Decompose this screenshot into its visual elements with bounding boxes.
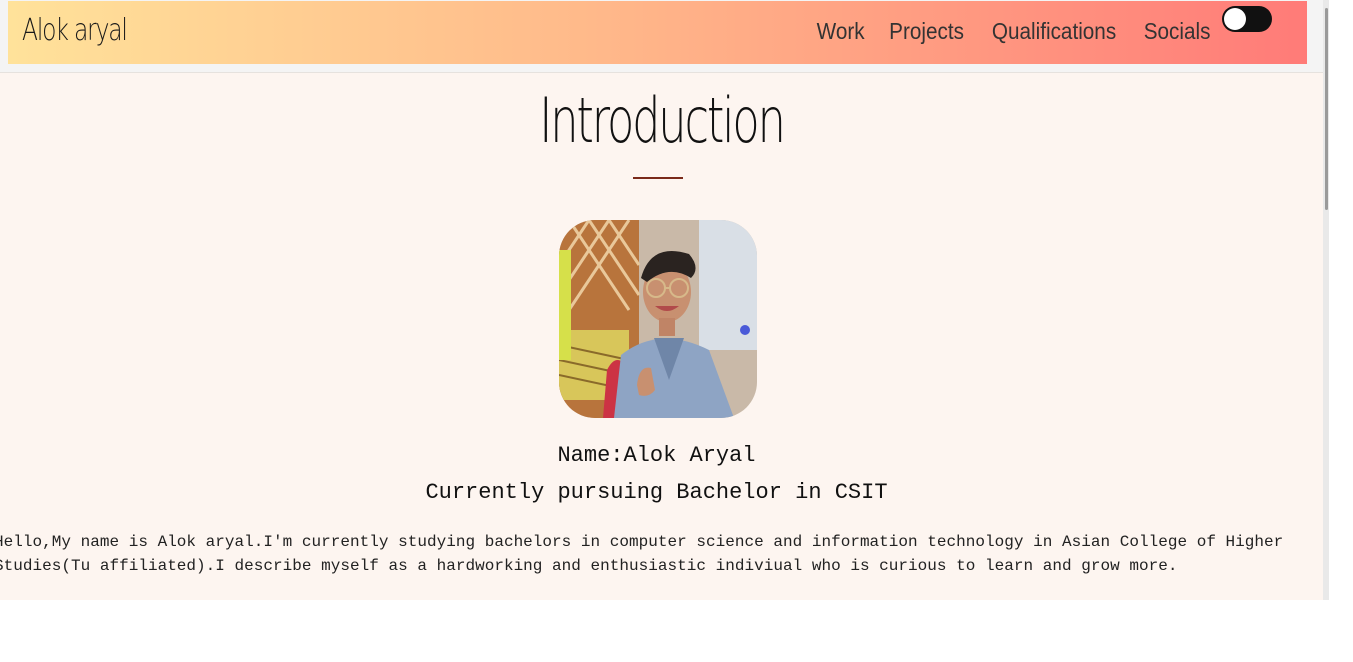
bio-line: Studies(Tu affiliated).I describe myself… (0, 557, 1178, 575)
bio-paragraph: Hello,My name is Alok aryal.I'm currentl… (0, 530, 1323, 578)
nav-link-socials[interactable]: Socials (1144, 18, 1211, 45)
profile-photo (559, 220, 757, 418)
profile-photo-image (559, 220, 757, 418)
vertical-scrollbar[interactable] (1323, 0, 1329, 600)
navbar: Alok aryal Work Projects Qualifications … (8, 1, 1307, 64)
header: Alok aryal Work Projects Qualifications … (0, 0, 1323, 73)
toggle-knob (1224, 8, 1246, 30)
scrollbar-thumb[interactable] (1325, 8, 1328, 210)
nav-link-work[interactable]: Work (817, 18, 865, 45)
brand-logo-link[interactable]: Alok aryal (22, 13, 128, 48)
nav-link-qualifications[interactable]: Qualifications (992, 18, 1116, 45)
page: Alok aryal Work Projects Qualifications … (0, 0, 1323, 600)
nav-links: Work Projects Qualifications Socials (814, 18, 1214, 45)
nav-link-projects[interactable]: Projects (889, 18, 964, 45)
page-title: Introduction (539, 84, 786, 157)
title-divider (633, 177, 683, 179)
theme-toggle[interactable] (1222, 6, 1272, 32)
profile-subtitle: Currently pursuing Bachelor in CSIT (425, 480, 888, 505)
bio-line: Hello,My name is Alok aryal.I'm currentl… (0, 533, 1284, 551)
profile-name: Name:Alok Aryal (557, 443, 756, 468)
